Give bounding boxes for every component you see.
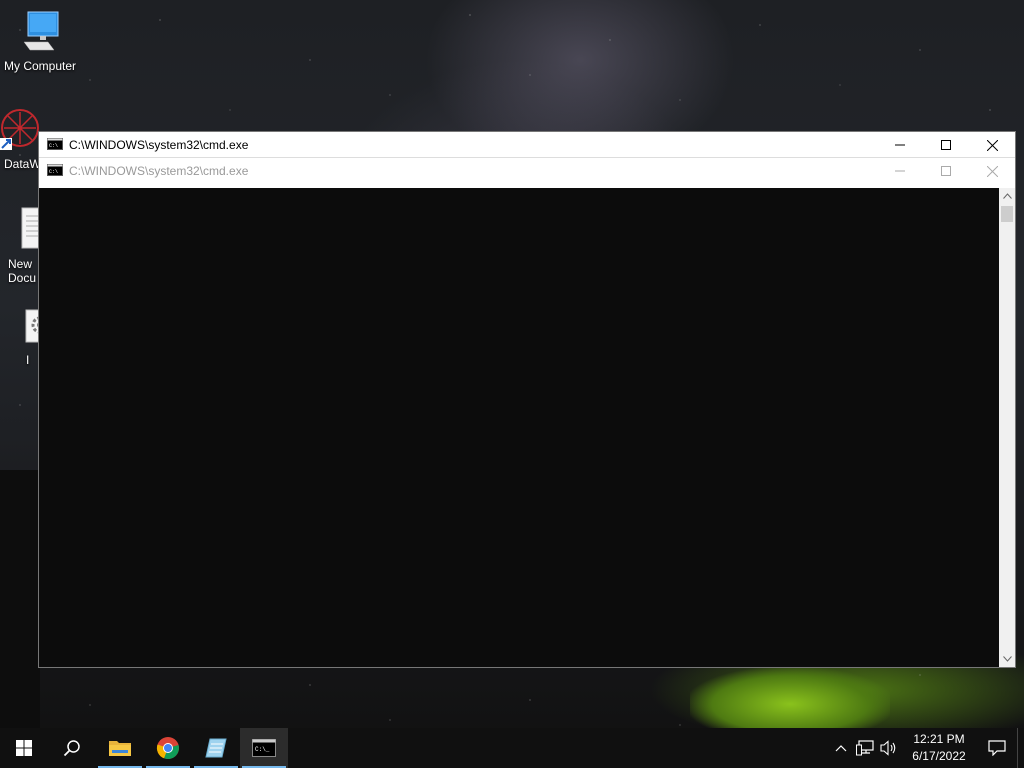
minimize-button[interactable] bbox=[877, 132, 923, 158]
wallpaper-hill bbox=[0, 470, 40, 728]
folder-icon bbox=[109, 741, 131, 756]
search-icon bbox=[63, 740, 80, 757]
show-desktop-button[interactable] bbox=[1017, 728, 1024, 768]
maximize-icon bbox=[941, 140, 951, 150]
console-output[interactable] bbox=[39, 188, 999, 667]
scroll-up-button[interactable] bbox=[999, 188, 1015, 204]
scroll-thumb[interactable] bbox=[1001, 206, 1013, 222]
taskbar-file-explorer[interactable] bbox=[96, 728, 144, 768]
cmd-icon: C:\ bbox=[47, 137, 63, 153]
system-tray: 12:21 PM 6/17/2022 bbox=[829, 728, 1024, 768]
wallpaper-tent bbox=[690, 668, 890, 728]
close-icon bbox=[986, 165, 998, 177]
clock-date: 6/17/2022 bbox=[912, 749, 966, 763]
windows-logo-icon bbox=[16, 740, 32, 756]
computer-icon bbox=[23, 11, 59, 51]
desktop-icon-label: My Computer bbox=[3, 59, 77, 73]
minimize-icon bbox=[895, 144, 905, 146]
close-button[interactable] bbox=[969, 132, 1015, 158]
start-button[interactable] bbox=[0, 728, 48, 768]
cmd-icon: C:\_ bbox=[252, 739, 276, 757]
window-title: C:\WINDOWS\system32\cmd.exe bbox=[69, 164, 249, 178]
minimize-icon bbox=[895, 170, 905, 172]
show-hidden-icons-button[interactable] bbox=[829, 728, 853, 768]
cmd-icon: C:\ bbox=[47, 163, 63, 179]
maximize-button[interactable] bbox=[923, 132, 969, 158]
window-title: C:\WINDOWS\system32\cmd.exe bbox=[69, 138, 249, 152]
clock-time: 12:21 PM bbox=[913, 732, 965, 746]
cmd-window-active[interactable]: C:\ C:\WINDOWS\system32\cmd.exe C:\ C:\W… bbox=[38, 131, 1016, 668]
taskbar-cmd[interactable]: C:\_ bbox=[240, 728, 288, 768]
svg-text:C:\_: C:\_ bbox=[255, 746, 270, 753]
search-button[interactable] bbox=[48, 728, 96, 768]
svg-text:C:\: C:\ bbox=[49, 169, 58, 175]
cmd-window-inactive[interactable]: C:\ C:\WINDOWS\system32\cmd.exe bbox=[39, 157, 1015, 667]
chevron-up-icon bbox=[1002, 193, 1012, 199]
action-center-button[interactable] bbox=[977, 728, 1017, 768]
maximize-button[interactable] bbox=[923, 158, 969, 184]
vertical-scrollbar[interactable] bbox=[999, 188, 1015, 667]
window-titlebar[interactable]: C:\ C:\WINDOWS\system32\cmd.exe bbox=[39, 158, 1015, 184]
chevron-down-icon bbox=[1002, 656, 1012, 662]
volume-button[interactable] bbox=[877, 728, 901, 768]
notification-icon bbox=[988, 740, 1006, 756]
notepad-icon bbox=[205, 738, 227, 758]
network-icon bbox=[856, 740, 874, 756]
maximize-icon bbox=[941, 166, 951, 176]
close-icon bbox=[986, 139, 998, 151]
svg-text:C:\: C:\ bbox=[49, 143, 58, 149]
network-button[interactable] bbox=[853, 728, 877, 768]
desktop-icon-my-computer[interactable]: My Computer bbox=[0, 10, 80, 73]
datawrapper-icon bbox=[0, 109, 39, 150]
clock[interactable]: 12:21 PM 6/17/2022 bbox=[901, 731, 977, 765]
taskbar: C:\_ 12:21 PM 6/17/2022 bbox=[0, 728, 1024, 768]
volume-icon bbox=[880, 740, 896, 756]
window-titlebar[interactable]: C:\ C:\WINDOWS\system32\cmd.exe bbox=[39, 132, 1015, 158]
close-button[interactable] bbox=[969, 158, 1015, 184]
taskbar-notepad[interactable] bbox=[192, 728, 240, 768]
chevron-up-icon bbox=[835, 745, 847, 752]
taskbar-chrome[interactable] bbox=[144, 728, 192, 768]
chrome-icon bbox=[156, 737, 179, 760]
minimize-button[interactable] bbox=[877, 158, 923, 184]
scroll-down-button[interactable] bbox=[999, 651, 1015, 667]
